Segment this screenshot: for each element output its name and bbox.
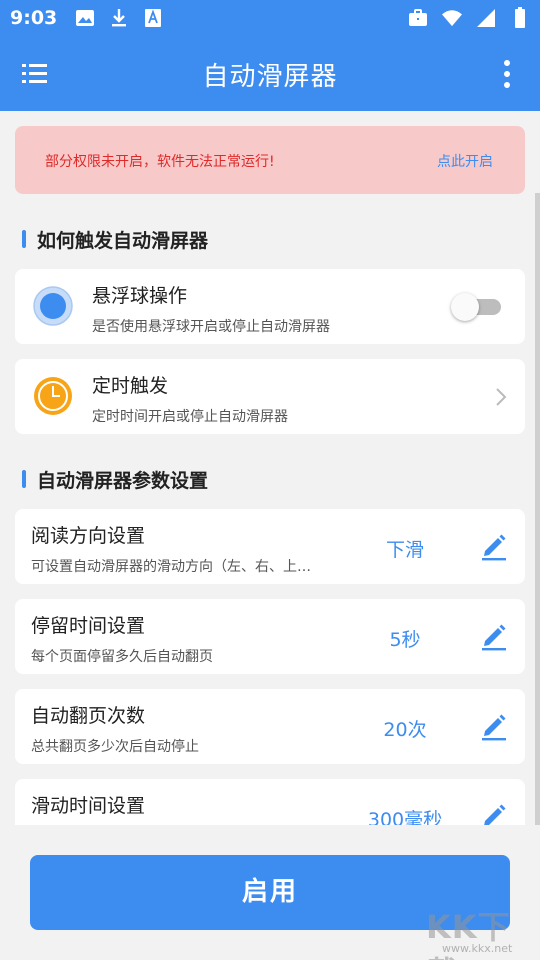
edit-icon[interactable] <box>481 531 507 561</box>
wifi-icon <box>442 8 462 28</box>
setting-value: 下滑 <box>385 539 424 561</box>
floating-ball-setting[interactable]: 悬浮球操作 是否使用悬浮球开启或停止自动滑屏器 <box>15 269 525 344</box>
warning-text: 部分权限未开启，软件无法正常运行! <box>45 154 275 170</box>
edit-icon[interactable] <box>481 711 507 741</box>
setting-title: 阅读方向设置 <box>31 525 146 547</box>
clock-icon <box>33 376 73 416</box>
floating-ball-icon <box>33 286 73 326</box>
enable-permission-link[interactable]: 点此开启 <box>437 151 493 171</box>
setting-subtitle: 每个页面停留多久后自动翻页 <box>31 649 213 665</box>
setting-title: 自动翻页次数 <box>31 705 146 727</box>
status-time: 9:03 <box>10 7 58 29</box>
page-title: 自动滑屏器 <box>202 62 338 92</box>
edit-icon[interactable] <box>481 801 507 825</box>
setting-title: 定时触发 <box>92 375 169 397</box>
floating-ball-toggle[interactable] <box>451 293 501 321</box>
chevron-right-icon[interactable] <box>493 385 509 409</box>
permission-warning-banner: 部分权限未开启，软件无法正常运行! 点此开启 <box>15 126 525 194</box>
setting-subtitle: 可设置自动滑屏器的滑动方向（左、右、上… <box>31 559 311 575</box>
setting-value: 20次 <box>383 719 427 741</box>
a-text-icon <box>143 8 163 28</box>
setting-value: 5秒 <box>389 629 421 651</box>
scrollbar[interactable] <box>535 193 540 825</box>
page-turn-count-setting[interactable]: 自动翻页次数 总共翻页多少次后自动停止 20次 <box>15 689 525 764</box>
reading-direction-setting[interactable]: 阅读方向设置 可设置自动滑屏器的滑动方向（左、右、上… 下滑 <box>15 509 525 584</box>
stay-time-setting[interactable]: 停留时间设置 每个页面停留多久后自动翻页 5秒 <box>15 599 525 674</box>
setting-title: 停留时间设置 <box>31 615 146 637</box>
toggle-knob <box>451 293 479 321</box>
app-bar: 自动滑屏器 <box>0 36 540 111</box>
more-vert-icon[interactable] <box>500 58 514 90</box>
signal-icon <box>476 8 496 28</box>
watermark-logo: KK下载 www.kkx.net <box>420 902 540 960</box>
setting-subtitle: 定时时间开启或停止自动滑屏器 <box>92 409 288 425</box>
settings-content[interactable]: 部分权限未开启，软件无法正常运行! 点此开启 如何触发自动滑屏器 悬浮球操作 是… <box>0 111 540 825</box>
image-icon <box>75 8 95 28</box>
setting-title: 滑动时间设置 <box>31 795 146 817</box>
setting-subtitle: 是否使用悬浮球开启或停止自动滑屏器 <box>92 319 330 335</box>
notification-icons <box>75 8 163 28</box>
slide-time-setting[interactable]: 滑动时间设置 300毫秒 <box>15 779 525 825</box>
setting-title: 悬浮球操作 <box>92 285 188 307</box>
download-icon <box>109 8 129 28</box>
system-icons <box>408 7 530 28</box>
timer-trigger-setting[interactable]: 定时触发 定时时间开启或停止自动滑屏器 <box>15 359 525 434</box>
briefcase-icon <box>408 8 428 28</box>
battery-icon <box>510 7 530 28</box>
params-section-title: 自动滑屏器参数设置 <box>22 466 208 493</box>
watermark-url: www.kkx.net <box>442 942 513 955</box>
setting-value: 300毫秒 <box>367 809 443 825</box>
setting-subtitle: 总共翻页多少次后自动停止 <box>31 739 199 755</box>
edit-icon[interactable] <box>481 621 507 651</box>
trigger-section-title: 如何触发自动滑屏器 <box>22 226 208 253</box>
status-bar: 9:03 <box>0 0 540 36</box>
